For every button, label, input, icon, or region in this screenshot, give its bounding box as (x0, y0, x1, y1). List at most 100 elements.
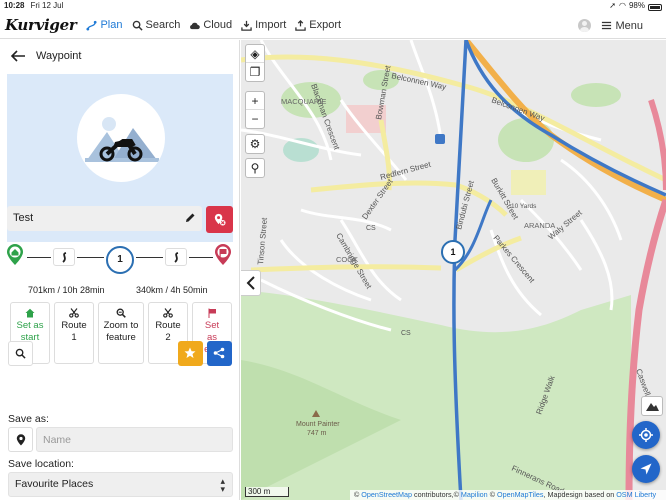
park-area (571, 83, 621, 107)
plus-icon: + (251, 93, 259, 108)
search-icon (15, 348, 26, 359)
map-label-mount-painter: Mount Painter (296, 421, 340, 428)
zoom-to-feature-button[interactable]: Zoom to feature (98, 302, 144, 364)
end-pin-icon[interactable] (214, 244, 232, 266)
wifi-icon: ◠ (619, 1, 626, 10)
openmaptiles-link[interactable]: OpenMapTiles (497, 490, 543, 499)
map-pin-icon (16, 434, 26, 446)
track-line (27, 257, 51, 258)
map-label-cs-2: CS (401, 330, 411, 337)
attrib-contrib: contributors,© (414, 490, 459, 499)
map-label-elevation: 747 m (307, 430, 327, 437)
location-icon: ➚ (609, 1, 616, 10)
zoom-to-feature-label: Zoom to feature (103, 320, 139, 343)
locate-me-button[interactable] (632, 421, 660, 449)
favourite-button[interactable] (178, 341, 203, 366)
save-location-select[interactable]: Favourite Places ▴ ▾ (8, 472, 233, 497)
status-date: Fri 12 Jul (30, 1, 64, 10)
route-squiggle-icon (174, 252, 179, 263)
status-bar: 10:28 Fri 12 Jul ➚ ◠ 98% (0, 0, 666, 12)
nav-export[interactable]: Export (295, 19, 341, 31)
leg-2-stats: 340km / 4h 50min (136, 285, 208, 295)
waypoint-name-field[interactable]: Test (7, 206, 202, 231)
nav-cloud[interactable]: Cloud (189, 19, 232, 31)
mapilion-link[interactable]: Mapilion (461, 490, 488, 499)
map-waypoint-marker[interactable]: 1 (441, 240, 465, 264)
top-navigation: Kurviger Plan Search Cloud Import Export… (0, 12, 666, 39)
crosshair-icon (639, 428, 653, 442)
collapse-panel-button[interactable] (241, 270, 261, 296)
map-marker-button[interactable]: ⚲ (246, 159, 264, 177)
current-waypoint-marker[interactable]: 1 (106, 246, 134, 274)
mountain-icon (646, 403, 659, 411)
sports-area (511, 170, 546, 195)
map-view[interactable]: 1 Belconnen Way Belconnen Way Blackman C… (241, 40, 666, 500)
route-leg-1-chip[interactable] (53, 248, 75, 266)
zoom-in-button[interactable]: + (246, 92, 264, 110)
map-label-aranda: ARANDA (524, 221, 555, 230)
map-label-tinson-street: Tinson Street (256, 217, 269, 266)
search-icon (132, 20, 143, 31)
nav-search-label: Search (145, 19, 181, 31)
save-name-input[interactable] (36, 427, 233, 452)
menu-button[interactable]: Menu (601, 20, 643, 32)
select-chevron-icon: ▴ ▾ (220, 476, 225, 494)
leg-1-stats: 701km / 10h 28min (28, 285, 105, 295)
place-pin-button[interactable] (8, 427, 33, 452)
cloud-icon (190, 22, 201, 29)
back-arrow-icon[interactable] (9, 49, 27, 63)
nav-import-label: Import (255, 19, 287, 31)
scissors-icon (69, 308, 79, 318)
settings-control: ⚙ (245, 134, 265, 154)
copy-button[interactable]: ❐ (246, 63, 264, 81)
avatar[interactable] (578, 19, 592, 32)
nav-cloud-label: Cloud (203, 19, 233, 31)
pencil-icon[interactable] (184, 212, 196, 224)
save-as-label: Save as: (8, 413, 49, 425)
track-line (136, 257, 163, 258)
star-icon (184, 347, 196, 358)
navigate-button[interactable] (632, 455, 660, 483)
search-nearby-button[interactable] (8, 341, 33, 366)
status-time: 10:28 (4, 1, 25, 10)
attrib-design: , Mapdesign based on (543, 490, 615, 499)
osm-liberty-link[interactable]: OSM Liberty (616, 490, 656, 499)
copy-icon: ❐ (249, 65, 261, 79)
route-leg-2-chip[interactable] (165, 248, 187, 266)
settings-button[interactable]: ⚙ (246, 135, 264, 153)
map-label-macquarie: MACQUARIE (281, 97, 326, 106)
fuel-station-icon (435, 134, 445, 144)
zoom-out-button[interactable]: − (246, 110, 264, 128)
osm-link[interactable]: OpenStreetMap (361, 490, 412, 499)
share-icon (213, 347, 225, 359)
route-squiggle-icon (62, 252, 67, 263)
battery-percent: 98% (628, 1, 645, 10)
panel-title: Waypoint (36, 50, 82, 62)
layers-button[interactable]: ◈ (246, 45, 264, 63)
attrib-sep: © (489, 490, 495, 499)
motorcycle-illustration (77, 94, 165, 182)
route-1-button[interactable]: Route 1 (54, 302, 94, 364)
delete-waypoint-button[interactable] (206, 206, 233, 233)
nav-import[interactable]: Import (241, 19, 286, 31)
nav-right: Menu (578, 12, 643, 39)
map-style-button[interactable] (641, 396, 663, 416)
track-line (189, 257, 213, 258)
home-icon (25, 308, 35, 318)
map-canvas[interactable]: 1 Belconnen Way Belconnen Way Blackman C… (241, 40, 666, 500)
map-waypoint-number: 1 (450, 247, 455, 257)
battery-icon (648, 3, 662, 11)
map-label-cook: COOK (336, 255, 358, 264)
status-time-date: 10:28 Fri 12 Jul (4, 0, 63, 12)
nav-plan-label: Plan (100, 19, 123, 31)
nav-plan[interactable]: Plan (86, 19, 123, 31)
chevron-left-icon (246, 276, 255, 290)
app-logo[interactable]: Kurviger (5, 16, 77, 34)
scissors-icon (163, 308, 173, 318)
start-pin-icon[interactable] (6, 244, 24, 266)
route-1-label: Route 1 (61, 320, 87, 343)
status-icons: ➚ ◠ 98% (609, 0, 662, 12)
export-icon (295, 19, 307, 31)
nav-search[interactable]: Search (132, 19, 181, 31)
share-button[interactable] (207, 341, 232, 366)
